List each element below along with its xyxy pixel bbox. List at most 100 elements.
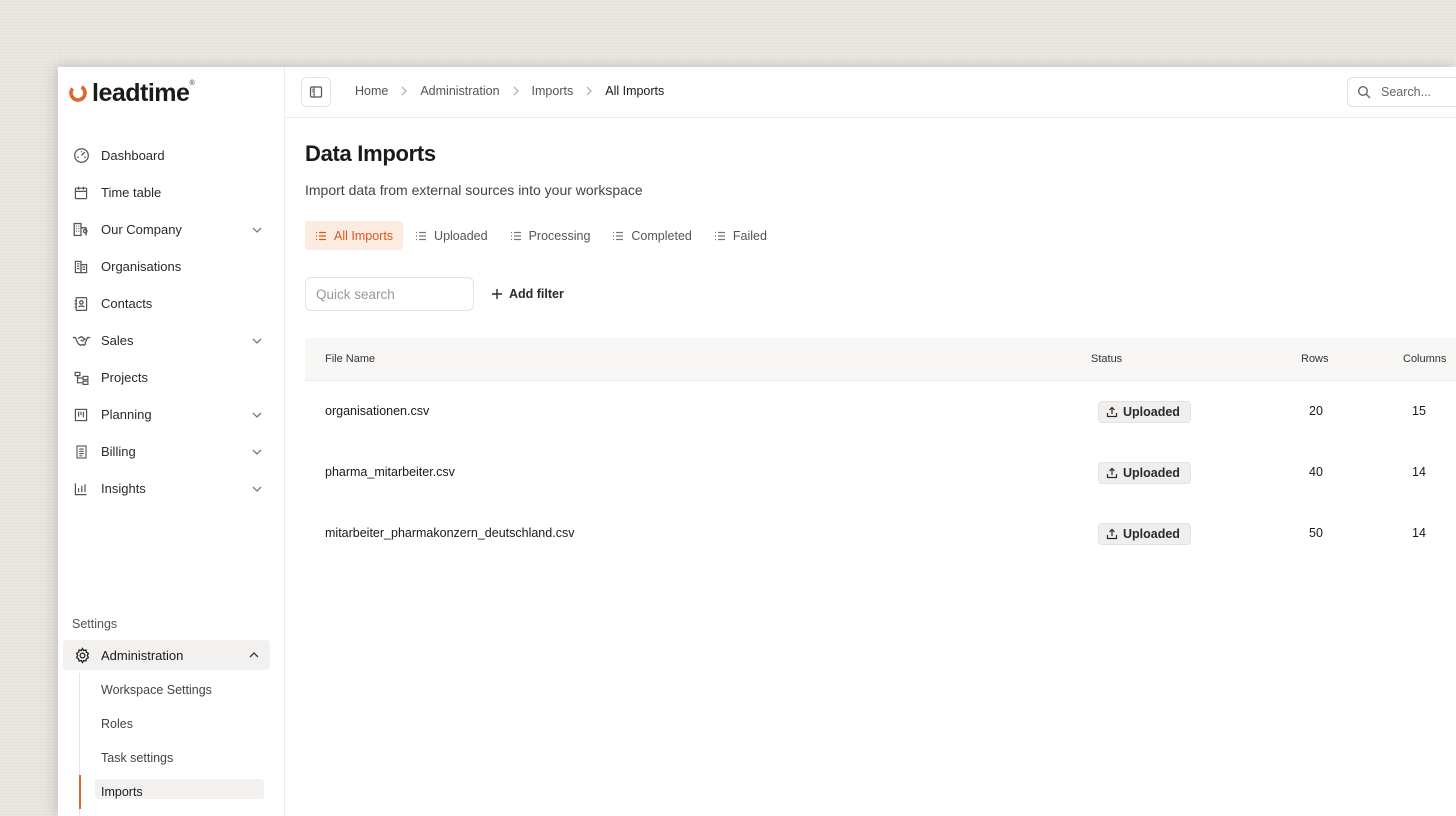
logo[interactable]: leadtime® [68, 78, 195, 107]
sidebar-subitem-imports[interactable]: Imports [79, 775, 269, 809]
file-name-cell: mitarbeiter_pharmakonzern_deutschland.cs… [325, 526, 575, 540]
chevron-down-icon[interactable] [251, 335, 263, 347]
chevron-down-icon[interactable] [251, 446, 263, 458]
subitem-label: Imports [101, 785, 143, 799]
search-placeholder: Search... [1381, 85, 1432, 99]
sidebar-item-label: Time table [101, 185, 162, 200]
tab-failed[interactable]: Failed [704, 221, 777, 250]
sidebar-item-our-company[interactable]: Our Company [58, 211, 285, 248]
sidebar-item-administration[interactable]: Administration [63, 640, 270, 670]
rows-cell: 50 [1309, 526, 1323, 540]
main-nav: Dashboard Time table Our Company Organis… [58, 137, 285, 507]
search-icon [1357, 85, 1371, 99]
sidebar-item-label: Contacts [101, 296, 153, 311]
breadcrumb-current: All Imports [605, 84, 665, 98]
kanban-icon [71, 405, 91, 425]
table-row[interactable]: organisationen.csv Uploaded 20 15 [305, 381, 1456, 442]
upload-icon [1106, 467, 1118, 479]
sidebar-item-label: Billing [101, 444, 136, 459]
sidebar-item-label: Administration [101, 647, 184, 663]
column-header-file-name[interactable]: File Name [325, 353, 375, 365]
chevron-down-icon[interactable] [251, 409, 263, 421]
table-row[interactable]: mitarbeiter_pharmakonzern_deutschland.cs… [305, 503, 1456, 564]
plus-icon [492, 289, 502, 299]
handshake-icon [71, 331, 91, 351]
chevron-down-icon[interactable] [251, 483, 263, 495]
topbar: Home Administration Imports All Imports … [285, 67, 1456, 118]
main-content: Home Administration Imports All Imports … [285, 67, 1456, 816]
sidebar-subitem-task-settings[interactable]: Task settings [80, 741, 269, 775]
add-filter-label: Add filter [509, 287, 564, 301]
sidebar-item-sales[interactable]: Sales [58, 322, 285, 359]
status-cell: Uploaded [1098, 401, 1191, 423]
list-icon [416, 231, 427, 240]
app-window: leadtime® Dashboard Time table Our Compa… [58, 67, 1456, 816]
status-label: Uploaded [1123, 466, 1180, 480]
contact-card-icon [71, 294, 91, 314]
list-icon [510, 231, 521, 240]
sidebar: leadtime® Dashboard Time table Our Compa… [58, 67, 285, 816]
sidebar-subitem-workspace-settings[interactable]: Workspace Settings [80, 673, 269, 707]
subitem-label: Workspace Settings [101, 683, 212, 697]
global-search-input[interactable]: Search... [1347, 77, 1456, 107]
list-icon [714, 231, 725, 240]
sidebar-item-label: Planning [101, 407, 152, 422]
column-header-columns[interactable]: Columns [1403, 353, 1446, 365]
quick-search-input[interactable] [305, 277, 474, 311]
sidebar-toggle-button[interactable] [301, 77, 331, 107]
table-row[interactable]: pharma_mitarbeiter.csv Uploaded 40 14 [305, 442, 1456, 503]
sidebar-item-dashboard[interactable]: Dashboard [58, 137, 285, 174]
add-filter-button[interactable]: Add filter [491, 284, 564, 304]
tab-uploaded[interactable]: Uploaded [405, 221, 498, 250]
tab-processing[interactable]: Processing [500, 221, 601, 250]
chevron-right-icon [400, 86, 408, 96]
sidebar-item-planning[interactable]: Planning [58, 396, 285, 433]
sidebar-toggle-icon [309, 86, 323, 98]
subitem-label: Roles [101, 717, 133, 731]
breadcrumb-administration[interactable]: Administration [420, 84, 499, 98]
sidebar-item-insights[interactable]: Insights [58, 470, 285, 507]
status-badge: Uploaded [1098, 401, 1191, 423]
sidebar-item-time-table[interactable]: Time table [58, 174, 285, 211]
status-badge: Uploaded [1098, 462, 1191, 484]
status-cell: Uploaded [1098, 523, 1191, 545]
column-header-rows[interactable]: Rows [1301, 353, 1329, 365]
calendar-icon [71, 183, 91, 203]
sidebar-item-projects[interactable]: Projects [58, 359, 285, 396]
page-subtitle: Import data from external sources into y… [305, 182, 643, 198]
gear-icon [72, 645, 92, 665]
subitem-label: Task settings [101, 751, 174, 765]
breadcrumb-home[interactable]: Home [355, 84, 388, 98]
receipt-icon [71, 442, 91, 462]
chevron-right-icon [585, 86, 593, 96]
sidebar-subitem-roles[interactable]: Roles [80, 707, 269, 741]
chevron-up-icon[interactable] [248, 649, 260, 661]
rows-cell: 40 [1309, 465, 1323, 479]
columns-cell: 15 [1412, 404, 1426, 418]
sidebar-item-organisations[interactable]: Organisations [58, 248, 285, 285]
tab-all-imports[interactable]: All Imports [305, 221, 404, 250]
logo-text: leadtime® [92, 78, 195, 107]
building-icon [71, 257, 91, 277]
breadcrumb-imports[interactable]: Imports [532, 84, 574, 98]
gauge-icon [71, 146, 91, 166]
chevron-down-icon[interactable] [251, 224, 263, 236]
page-title: Data Imports [305, 141, 436, 166]
upload-icon [1106, 406, 1118, 418]
rows-cell: 20 [1309, 404, 1323, 418]
status-tabs: All Imports Uploaded Processing Complete… [305, 221, 777, 250]
sidebar-item-label: Insights [101, 481, 146, 496]
column-header-status[interactable]: Status [1091, 353, 1122, 365]
tab-completed[interactable]: Completed [602, 221, 701, 250]
tab-label: Uploaded [434, 228, 488, 243]
imports-table: File Name Status Rows Columns organisati… [305, 338, 1456, 564]
list-icon [316, 231, 326, 240]
file-name-cell: pharma_mitarbeiter.csv [325, 465, 455, 479]
sidebar-item-label: Organisations [101, 259, 182, 274]
chevron-right-icon [512, 86, 520, 96]
sidebar-item-contacts[interactable]: Contacts [58, 285, 285, 322]
tab-label: Processing [528, 228, 591, 243]
leadtime-logo-icon [69, 84, 87, 102]
sidebar-item-billing[interactable]: Billing [58, 433, 285, 470]
table-header: File Name Status Rows Columns [305, 338, 1456, 381]
